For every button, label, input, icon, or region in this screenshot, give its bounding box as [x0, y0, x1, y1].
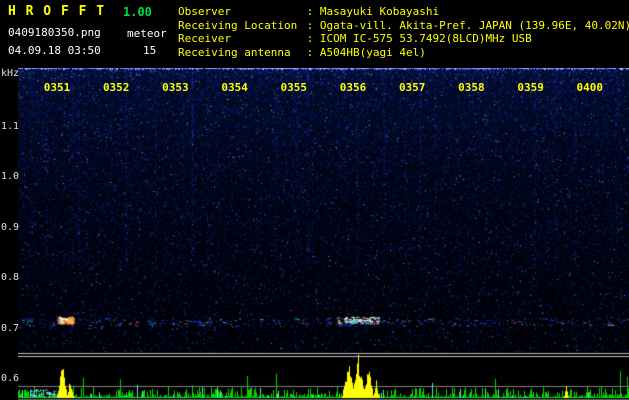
info-row-receiver: Receiver : ICOM IC-575 53.7492(8LCD)MHz … [178, 32, 629, 46]
info-row-location: Receiving Location : Ogata-vill. Akita-P… [178, 19, 629, 33]
info-value: ICOM IC-575 53.7492(8LCD)MHz USB [319, 32, 532, 45]
info-row-observer: Observer : Masayuki Kobayashi [178, 5, 629, 19]
mode-label: meteor [127, 27, 167, 40]
time-tick-0359: 0359 [517, 81, 544, 94]
freq-tick-1.1: 1.1 [1, 121, 20, 132]
freq-tick-0.8: 0.8 [1, 272, 20, 283]
hrofft-output: H R O F F T 1.00 0409180350.png meteor 0… [0, 0, 629, 400]
info-separator: : [300, 18, 320, 32]
info-label: Observer [178, 5, 231, 18]
output-filename: 0409180350.png [8, 26, 101, 39]
freq-tick-0.7: 0.7 [1, 323, 20, 334]
info-label: Receiving Location [178, 18, 298, 32]
time-tick-0358: 0358 [458, 81, 485, 94]
echo-count: 15 [143, 44, 157, 57]
info-value: Masayuki Kobayashi [319, 5, 440, 18]
time-tick-0357: 0357 [398, 81, 426, 94]
info-separator: : [300, 5, 320, 18]
time-tick-0354: 0354 [221, 81, 248, 94]
time-tick-0355: 0355 [280, 81, 308, 94]
time-axis: 0351 0352 0353 0354 0355 0356 0357 0358 0359 0400 [0, 81, 629, 95]
info-separator: : [300, 45, 320, 59]
time-tick-0352: 0352 [102, 81, 130, 94]
time-tick-0400: 0400 [576, 81, 604, 94]
info-separator: : [300, 32, 320, 45]
freq-tick-0.9: 0.9 [1, 222, 20, 233]
station-info: Observer : Masayuki Kobayashi Receiving … [178, 5, 629, 59]
freq-axis: 1.1 1.0 0.9 0.8 0.7 0.6 [0, 0, 20, 400]
time-tick-0351: 0351 [43, 81, 71, 94]
info-row-antenna: Receiving antenna : A504HB(yagi 4el) [178, 46, 629, 60]
datetime-label: 04.09.18 03:50 [8, 44, 101, 57]
info-label: Receiver [178, 32, 231, 45]
time-tick-0356: 0356 [339, 81, 367, 94]
info-label: Receiving antenna [178, 45, 291, 59]
app-title: H R O F F T [8, 4, 106, 19]
time-tick-0353: 0353 [162, 81, 189, 94]
freq-tick-1.0: 1.0 [1, 171, 20, 182]
app-version: 1.00 [123, 5, 152, 19]
info-value: A504HB(yagi 4el) [319, 45, 426, 59]
freq-tick-0.6: 0.6 [1, 373, 20, 384]
info-value: Ogata-vill. Akita-Pref. JAPAN (139.96E, … [319, 18, 629, 32]
spectrogram-canvas [18, 68, 629, 400]
